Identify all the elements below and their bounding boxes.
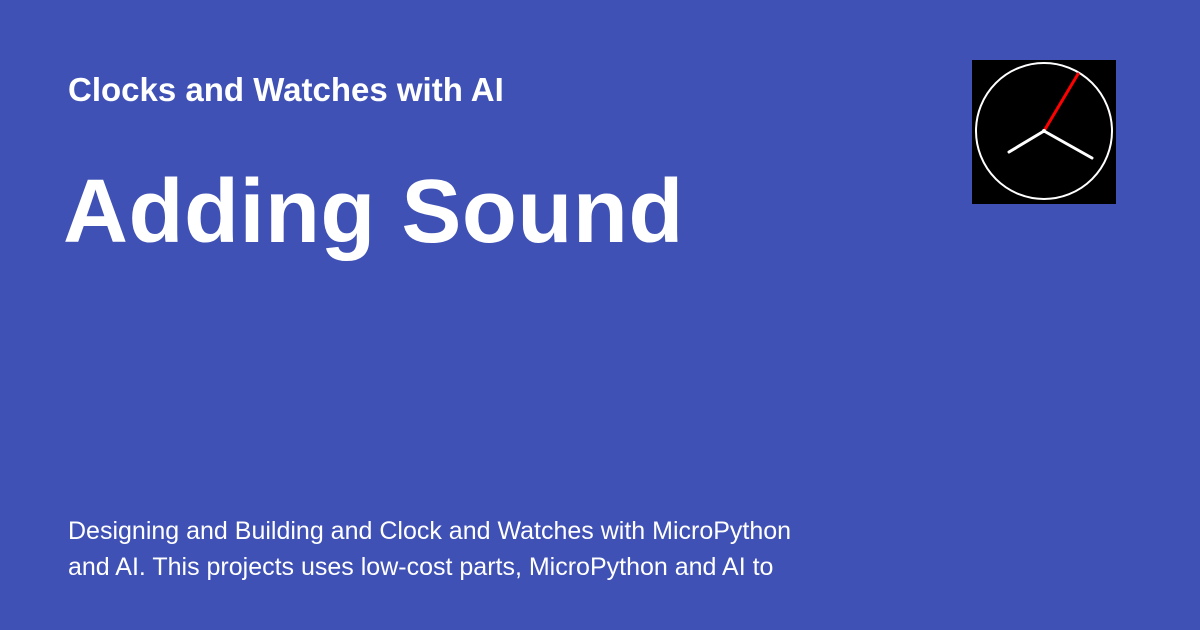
clock-second-hand [1042,72,1080,133]
clock-minute-hand [1042,129,1094,160]
page-title: Adding Sound [63,162,684,262]
clock-logo [972,60,1116,204]
clock-center-pin [1042,129,1046,133]
clock-icon [975,62,1113,200]
page-description: Designing and Building and Clock and Wat… [68,517,792,581]
site-title: Clocks and Watches with AI [68,71,504,108]
clock-hour-hand [1007,129,1046,154]
